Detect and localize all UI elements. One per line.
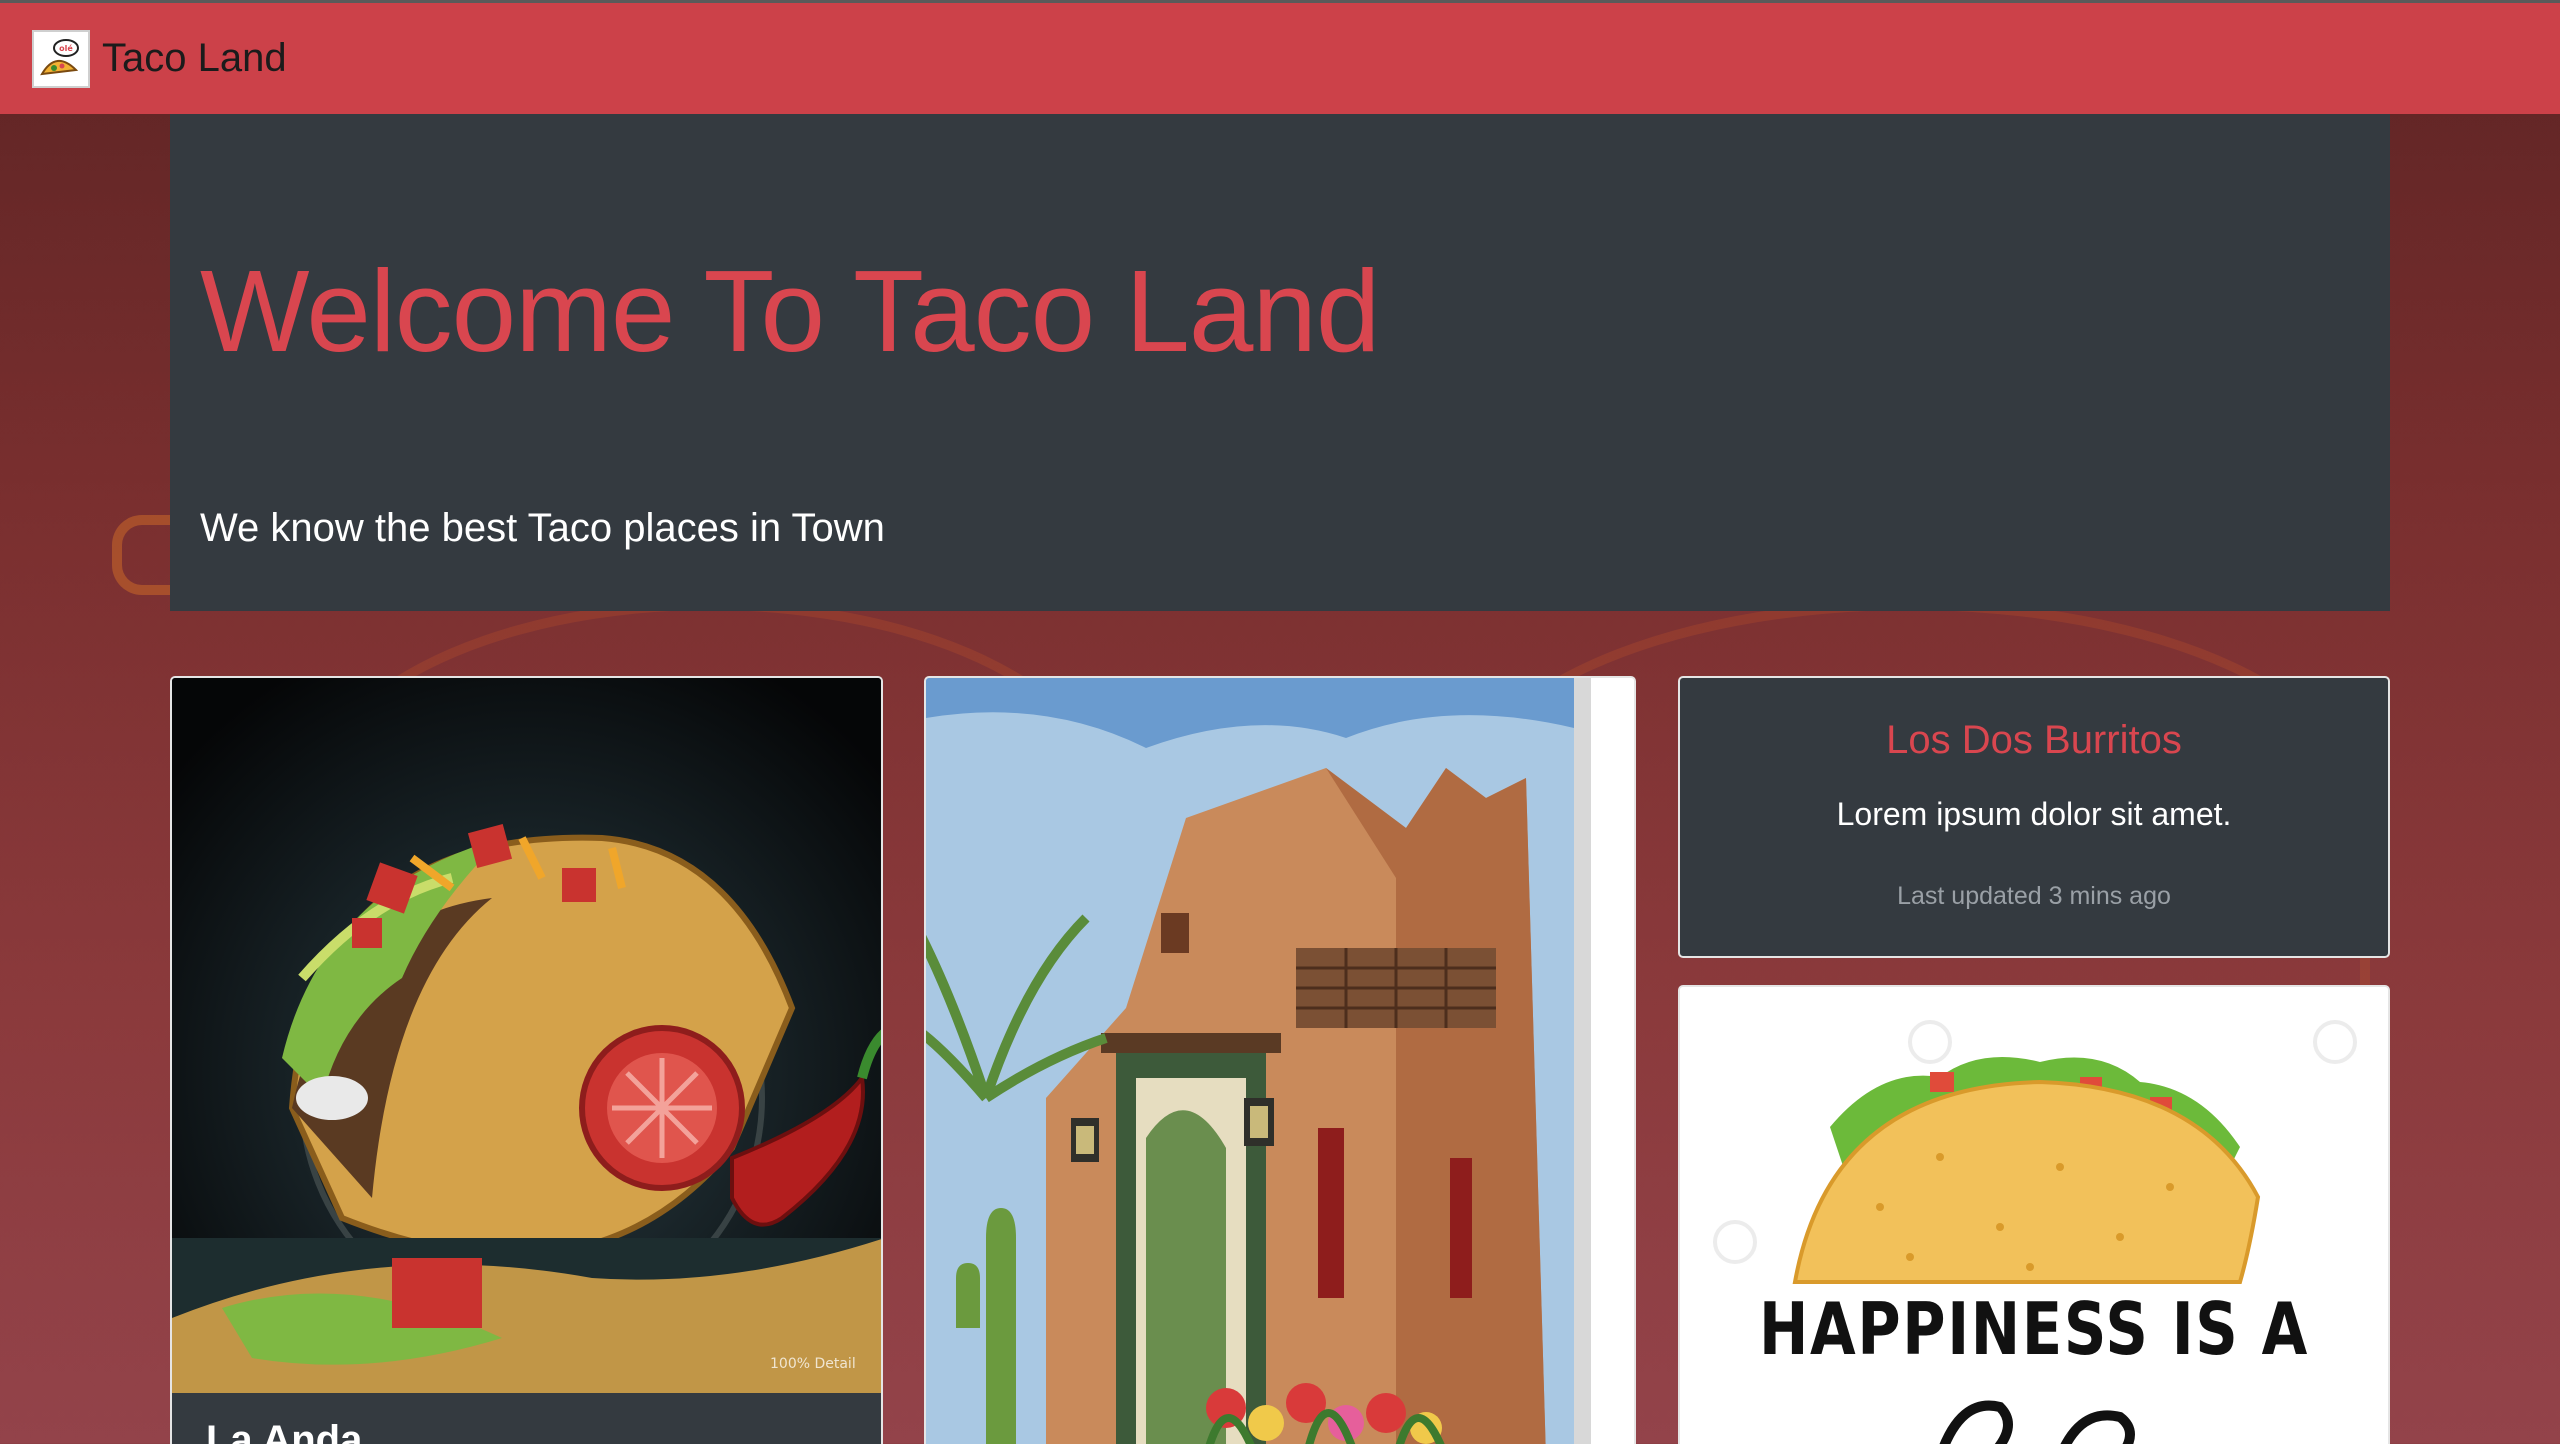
navbar: olé Taco Land [0, 0, 2560, 114]
hero-jumbotron: Welcome To Taco Land We know the best Ta… [170, 114, 2390, 611]
restaurant-card[interactable]: 100% Detail La Anda [170, 676, 883, 1444]
card-text: Lorem ipsum dolor sit amet. [1836, 796, 2232, 832]
hero-lead: We know the best Taco places in Town [200, 506, 885, 550]
restaurant-card[interactable] [924, 676, 1636, 1444]
poster-text: HAPPINESS IS A [1758, 1287, 2309, 1371]
adobe-doorway-painting-icon [926, 678, 1634, 1444]
taco-logo-icon[interactable]: olé [32, 29, 90, 88]
restaurant-card[interactable]: Los Dos Burritos Lorem ipsum dolor sit a… [1678, 676, 2390, 958]
brand-name[interactable]: Taco Land [102, 36, 287, 81]
taco-happiness-poster-icon [1680, 987, 2388, 1444]
last-updated-text: Last updated 3 mins ago [1897, 882, 2171, 910]
detail-caption: 100% Detail [770, 1356, 856, 1372]
taco-chalk-illustration-icon: 100% Detail [172, 678, 881, 1393]
card-title: La Anda [206, 1418, 363, 1444]
svg-text:olé: olé [59, 43, 73, 53]
hero-title: Welcome To Taco Land [200, 246, 1380, 376]
restaurant-card[interactable]: HAPPINESS IS A [1678, 985, 2390, 1444]
card-title: Los Dos Burritos [1886, 718, 2182, 762]
